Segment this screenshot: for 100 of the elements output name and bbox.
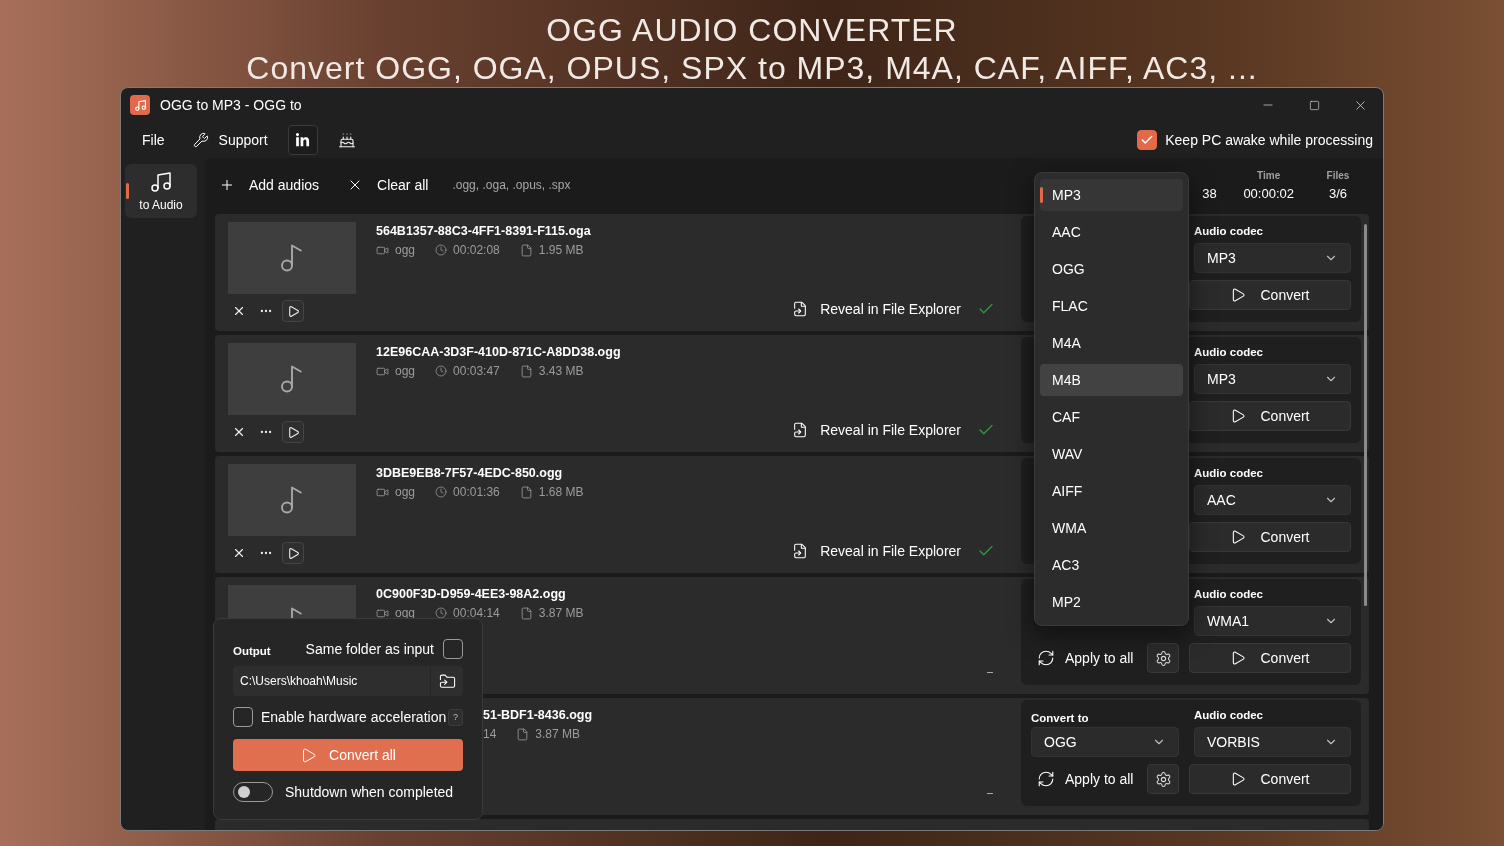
file-link-icon [792,301,809,317]
file-icon [519,606,533,620]
file-name: 51-BDF1-8436.ogg [483,707,594,723]
menu-item[interactable]: File [132,125,175,155]
file-format: ogg [395,243,416,257]
codec-select[interactable]: VORBIS [1194,727,1351,757]
format-option[interactable]: WAV [1040,438,1183,470]
convert-button[interactable]: Convert [1189,643,1351,673]
file-icon [519,485,533,499]
clock-icon [435,486,448,498]
play-button[interactable] [282,300,304,322]
play-icon [300,746,318,764]
format-option[interactable]: MP2 [1040,586,1183,618]
format-option[interactable]: M4A [1040,327,1183,359]
banner-title: OGG AUDIO CONVERTER [546,11,958,49]
codec-select[interactable]: MP3 [1194,243,1351,273]
output-path-field[interactable]: C:\Users\khoah\Music [233,666,430,696]
format-option[interactable]: AIFF [1040,475,1183,507]
menu-item[interactable]: Support [182,125,278,155]
clear-all-button[interactable]: Clear all [343,169,441,201]
settings-button[interactable] [1147,764,1179,794]
refresh-icon [1037,770,1055,788]
play-icon [1230,650,1247,666]
clock-icon [435,607,448,619]
convert-button[interactable]: Convert [1189,401,1351,431]
play-icon [1230,529,1247,545]
stat-value: 00:00:02 [1243,185,1294,201]
convert-button[interactable]: Convert [1189,280,1351,310]
banner-subtitle: Convert OGG, OGA, OPUS, SPX to MP3, M4A, CAF, AIFF, AC3, ... [246,49,1258,87]
apply-to-all-button[interactable]: Apply to all [1031,764,1142,794]
reveal-link[interactable]: Reveal in File Explorer [792,422,961,438]
file-size: 3.87 MB [538,606,584,620]
clock-icon [435,365,448,377]
format-option[interactable]: WMA [1040,512,1183,544]
file-size: 1.68 MB [538,485,584,499]
shutdown-label: Shutdown when completed [285,784,454,800]
browse-folder-button[interactable] [431,666,463,696]
close-icon [232,425,246,439]
hardware-acceleration-checkbox[interactable] [233,707,253,727]
format-option[interactable]: FLAC [1040,290,1183,322]
codec-select[interactable]: AAC [1194,485,1351,515]
codec-label: Audio codec [1194,587,1264,601]
apply-to-all-button[interactable]: Apply to all [1031,643,1142,673]
clock-icon [435,244,448,256]
same-folder-label: Same folder as input [305,641,434,657]
format-option[interactable]: MP3 [1040,179,1183,211]
stat-label: Time [1257,169,1281,183]
file-size: 3.87 MB [535,727,581,741]
check-icon [1140,133,1155,147]
folder-icon [438,672,456,690]
music-icon [149,170,173,194]
reveal-link[interactable]: Reveal in File Explorer [792,543,961,559]
codec-select[interactable]: WMA1 [1194,606,1351,636]
format-option[interactable]: AAC [1040,216,1183,248]
linkedin-icon[interactable] [287,125,318,155]
add-audios-button[interactable]: Add audios [215,169,332,201]
scrollbar-thumb[interactable] [1364,224,1367,606]
play-button[interactable] [282,542,304,564]
file-format: ogg [395,485,416,499]
stat-value: 3/6 [1328,185,1348,201]
file-link-icon [792,422,809,438]
help-button[interactable]: ? [448,708,463,726]
format-select[interactable]: OGG [1031,727,1179,757]
file-size: 1.95 MB [538,243,584,257]
settings-icon [1154,770,1172,788]
file-duration: 00:02:08 [453,243,500,257]
hardware-acceleration-label: Enable hardware acceleration [261,709,447,725]
play-icon [286,304,300,318]
format-option[interactable]: CAF [1040,401,1183,433]
file-icon [516,727,530,741]
format-option[interactable]: AC3 [1040,549,1183,581]
play-icon [1230,771,1247,787]
same-folder-checkbox[interactable] [443,639,463,659]
play-icon [1230,287,1247,303]
convert-to-label: Convert to [1031,712,1089,724]
convert-button[interactable]: Convert [1189,522,1351,552]
file-name: 564B1357-88C3-4FF1-8391-F115.oga [376,223,592,239]
stat-value: 38 [1202,185,1217,201]
stat-label: Files [1326,169,1350,183]
reveal-link[interactable]: Reveal in File Explorer [792,301,961,317]
play-button[interactable] [282,421,304,443]
codec-label: Audio codec [1194,224,1264,238]
format-option[interactable]: M4B [1040,364,1183,396]
cake-glyph-icon [337,131,356,149]
convert-button[interactable]: Convert [1189,764,1351,794]
refresh-icon [1037,649,1055,667]
play-icon [286,546,300,560]
file-size: 3.43 MB [538,364,584,378]
codec-select[interactable]: MP3 [1194,364,1351,394]
file-icon [519,243,533,257]
settings-button[interactable] [1147,643,1179,673]
codec-label: Audio codec [1194,708,1264,722]
keep-awake-checkbox[interactable] [1137,130,1158,150]
nav-item[interactable]: to Audio [125,164,197,218]
play-icon [286,425,300,439]
play-icon [1230,408,1247,424]
file-icon [519,364,533,378]
file-format: ogg [395,364,416,378]
format-option[interactable]: OGG [1040,253,1183,285]
maximize-icon [1308,99,1320,111]
